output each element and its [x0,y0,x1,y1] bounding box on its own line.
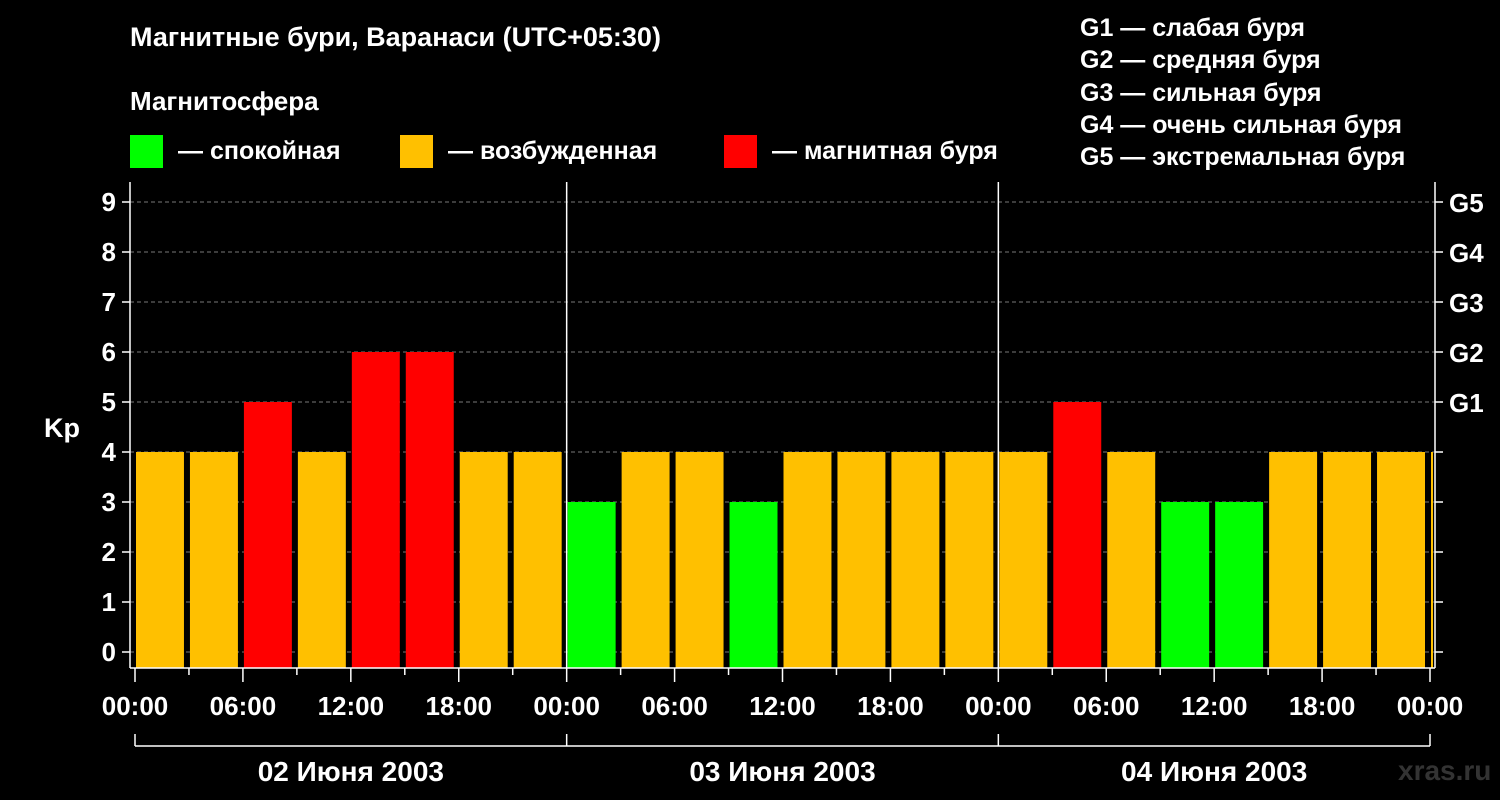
x-tick-label: 12:00 [749,691,816,721]
g-tick-label: G2 [1449,338,1484,368]
y-tick-label: 3 [102,487,116,517]
x-tick-label: 12:00 [1181,691,1248,721]
bar [1431,452,1433,668]
watermark: xras.ru [1398,755,1492,786]
bar [459,452,508,668]
y-tick-label: 4 [102,437,117,467]
g-tick-label: G3 [1449,288,1484,318]
y-tick-label: 0 [102,637,116,667]
bar [621,452,670,668]
bar [945,452,994,668]
x-tick-label: 18:00 [1289,691,1356,721]
y-tick-label: 1 [102,587,116,617]
x-tick-label: 18:00 [857,691,924,721]
day-label: 02 Июня 2003 [258,756,444,787]
x-tick-label: 18:00 [426,691,493,721]
x-tick-label: 06:00 [1073,691,1140,721]
y-tick-label: 9 [102,187,116,217]
bar [783,452,832,668]
bar [513,452,562,668]
bar [1323,452,1372,668]
bar [351,352,400,668]
y-tick-label: 6 [102,337,116,367]
bar [189,452,238,668]
x-tick-label: 00:00 [102,691,169,721]
g-tick-label: G5 [1449,188,1484,218]
x-tick-label: 12:00 [318,691,385,721]
x-tick-label: 06:00 [210,691,277,721]
x-tick-label: 00:00 [965,691,1032,721]
bar [1377,452,1425,668]
bar [1269,452,1318,668]
bar [1107,452,1156,668]
bar [405,352,454,668]
x-tick-label: 00:00 [533,691,600,721]
day-label: 04 Июня 2003 [1121,756,1307,787]
bar [1215,502,1264,668]
y-tick-label: 8 [102,237,116,267]
y-axis-label: Kp [44,413,80,443]
bar [297,452,346,668]
y-tick-label: 7 [102,287,116,317]
g-tick-label: G1 [1449,388,1484,418]
bar [999,452,1048,668]
bar [567,502,616,668]
bar [1161,502,1210,668]
bar [243,402,292,668]
bar [729,502,778,668]
g-tick-label: G4 [1449,238,1484,268]
bar [675,452,724,668]
bar [837,452,886,668]
kp-chart: 0 1 2 3 4 5 6 7 8 9 G1 G2 G3 G4 G5 Kp 00:00 06:00 12:00 18:… [44,182,1484,787]
x-tick-label: 06:00 [641,691,708,721]
x-tick-label: 00:00 [1397,691,1464,721]
bar [891,452,940,668]
bar [136,452,184,668]
y-tick-label: 5 [102,387,116,417]
day-label: 03 Июня 2003 [689,756,875,787]
y-tick-label: 2 [102,537,116,567]
bar [1053,402,1102,668]
